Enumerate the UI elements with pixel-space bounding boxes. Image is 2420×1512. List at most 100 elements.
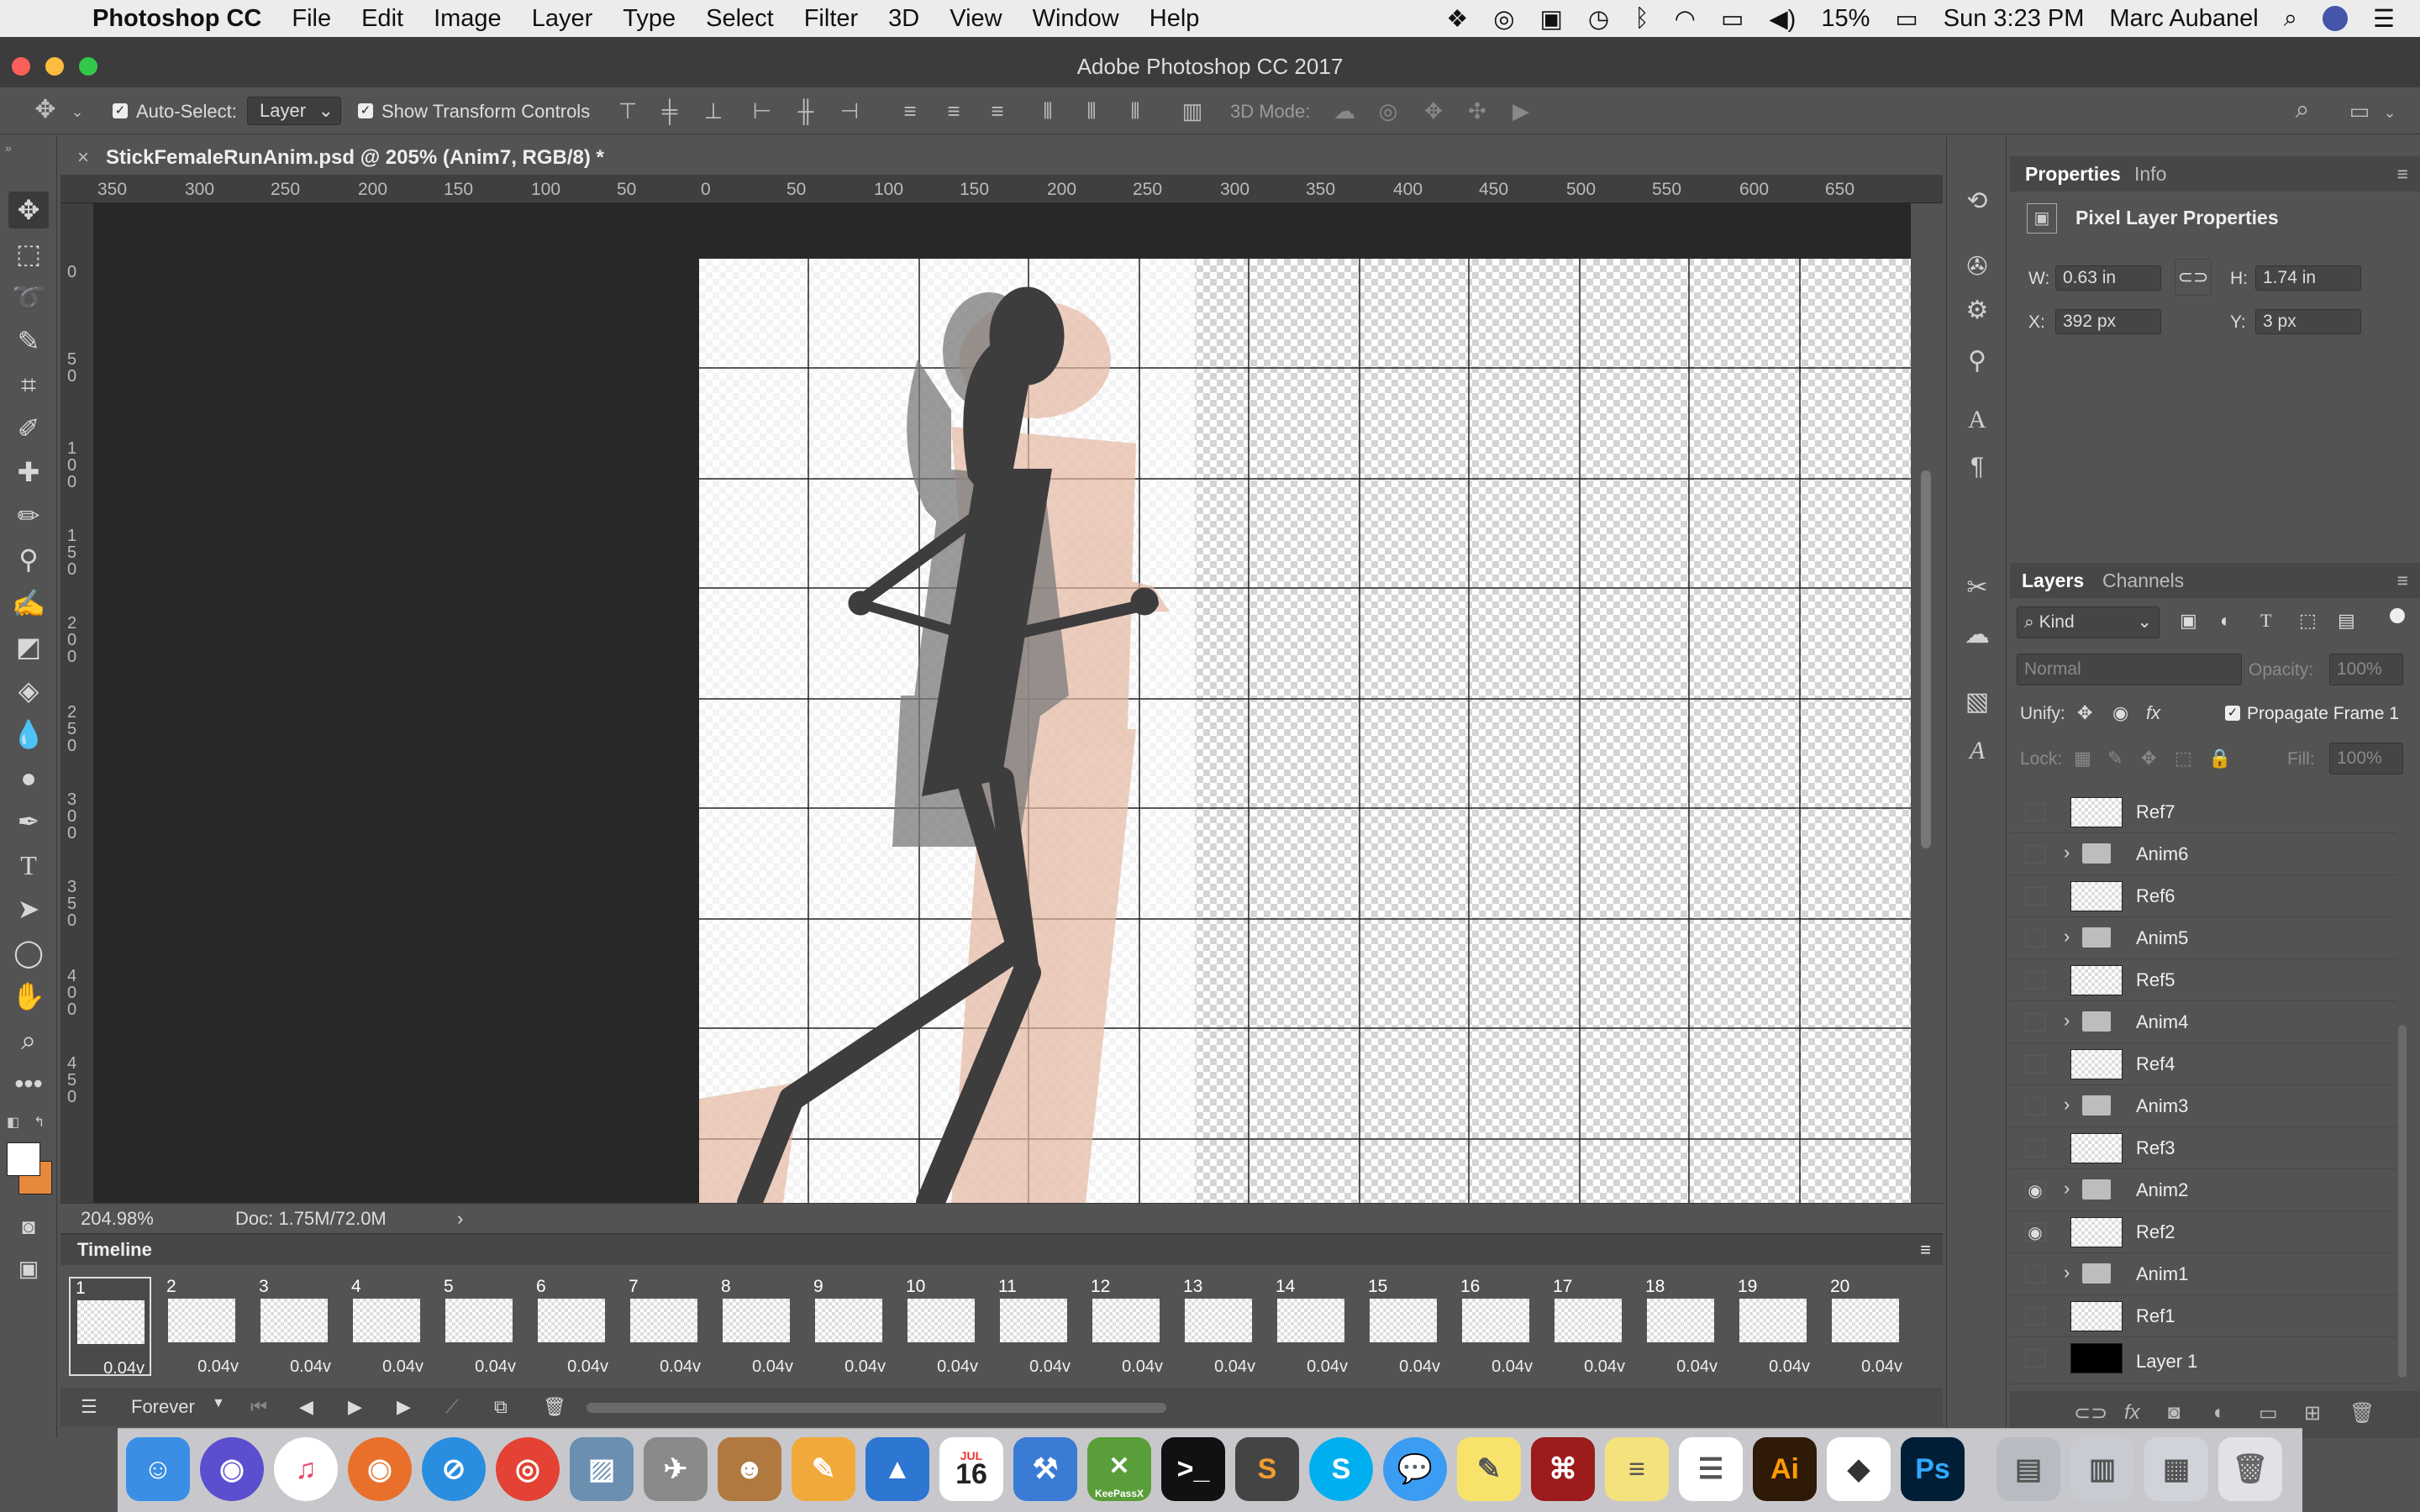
menu-type[interactable]: Type xyxy=(623,5,676,33)
timeline-frame[interactable]: 9 0.04v xyxy=(808,1277,891,1376)
layer-name[interactable]: Ref7 xyxy=(2136,801,2175,823)
timeline-frame[interactable]: 17 0.04v xyxy=(1548,1277,1630,1376)
move-tool-icon[interactable]: ✥ xyxy=(8,192,49,228)
loop-chevron-icon[interactable]: ▼ xyxy=(212,1396,225,1411)
illustrator-icon[interactable]: Ai xyxy=(1753,1437,1817,1501)
keynote-icon[interactable]: ▲ xyxy=(865,1437,929,1501)
trash-icon[interactable]: 🗑 xyxy=(2349,1401,2375,1425)
search-icon[interactable]: ⌕ xyxy=(2289,97,2316,123)
photoshop-icon[interactable]: Ps xyxy=(1901,1437,1965,1501)
image-capture-icon[interactable]: ✈ xyxy=(644,1437,708,1501)
layer-name[interactable]: Ref1 xyxy=(2136,1305,2175,1327)
minimize-window-button[interactable] xyxy=(45,57,64,76)
menu-image[interactable]: Image xyxy=(434,5,502,33)
visibility-toggle[interactable] xyxy=(2025,929,2045,948)
menu-edit[interactable]: Edit xyxy=(361,5,403,33)
next-frame-icon[interactable]: ▶ xyxy=(397,1396,411,1418)
collapse-tools-icon[interactable]: » xyxy=(5,139,45,156)
layer-name[interactable]: Ref2 xyxy=(2136,1221,2175,1243)
history-brush-tool-icon[interactable]: ✍ xyxy=(8,585,49,622)
layer-name[interactable]: Anim4 xyxy=(2136,1011,2188,1033)
path-selection-tool-icon[interactable]: ➤ xyxy=(8,890,49,927)
calendar-icon[interactable]: JUL 16 xyxy=(939,1437,1003,1501)
chrome-icon[interactable]: ◎ xyxy=(496,1437,560,1501)
group-row[interactable]: › Anim3 xyxy=(2010,1085,2396,1127)
3d-roll-icon[interactable]: ◎ xyxy=(1375,100,1402,122)
timeline-frame[interactable]: 15 0.04v xyxy=(1363,1277,1445,1376)
creative-cloud-icon[interactable]: ◎ xyxy=(1493,4,1514,34)
clone-stamp-tool-icon[interactable]: ⚲ xyxy=(8,541,49,578)
delete-frame-icon[interactable]: 🗑 xyxy=(543,1396,566,1418)
dropbox-icon[interactable]: ❖ xyxy=(1446,4,1468,34)
layer-row[interactable]: Ref1 xyxy=(2010,1295,2396,1337)
distribute-bottom-icon[interactable]: ≡ xyxy=(985,100,1010,122)
stickies-icon[interactable]: ✎ xyxy=(1457,1437,1521,1501)
menu-3d[interactable]: 3D xyxy=(888,5,919,33)
layer-name[interactable]: Anim6 xyxy=(2136,843,2188,865)
layer-name[interactable]: Anim5 xyxy=(2136,927,2188,949)
screen-mode-icon[interactable]: ▣ xyxy=(8,1250,49,1287)
filter-smart-object-icon[interactable]: ▤ xyxy=(2338,610,2355,632)
history-icon[interactable]: ⟲ xyxy=(1959,183,1996,220)
visibility-toggle[interactable] xyxy=(2025,803,2045,822)
filter-shape-icon[interactable]: ⬚ xyxy=(2299,610,2317,632)
zoom-level[interactable]: 204.98% xyxy=(81,1204,154,1234)
filter-pixel-icon[interactable]: ▣ xyxy=(2180,610,2197,632)
vertical-scrollbar[interactable] xyxy=(1921,470,1931,848)
status-menu-arrow-icon[interactable]: › xyxy=(457,1204,463,1234)
libraries-icon[interactable]: ☁ xyxy=(1959,617,1996,654)
timeline-frame[interactable]: 4 0.04v xyxy=(346,1277,429,1376)
messages-icon[interactable]: 💬 xyxy=(1383,1437,1447,1501)
trash-icon[interactable]: 🗑 xyxy=(2218,1437,2282,1501)
timeline-frame[interactable]: 20 0.04v xyxy=(1825,1277,1907,1376)
frame-delay[interactable]: 0.04v xyxy=(382,1357,424,1377)
lock-transparency-icon[interactable]: ▦ xyxy=(2074,748,2091,769)
workspace-icon[interactable]: ▭ xyxy=(2346,100,2373,122)
distribute-left-icon[interactable]: ⫴ xyxy=(1035,100,1060,122)
distribute-vcenter-icon[interactable]: ≡ xyxy=(941,100,966,122)
tab-properties[interactable]: Properties xyxy=(2025,156,2121,192)
timeline-frame[interactable]: 8 0.04v xyxy=(716,1277,798,1376)
pen-tool-icon[interactable]: ✒ xyxy=(8,803,49,840)
notes-icon[interactable]: ≡ xyxy=(1605,1437,1669,1501)
align-left-icon[interactable]: ⊢ xyxy=(750,100,775,122)
visibility-toggle[interactable] xyxy=(2025,971,2045,990)
spotlight-icon[interactable]: ⌕ xyxy=(2284,5,2297,33)
frame-delay[interactable]: 0.04v xyxy=(1307,1357,1348,1377)
frame-delay[interactable]: 0.04v xyxy=(1861,1357,1902,1377)
clock[interactable]: Sun 3:23 PM xyxy=(1944,5,2085,33)
tool-preset-chevron-icon[interactable]: ⌄ xyxy=(69,101,86,123)
expand-group-icon[interactable]: › xyxy=(2064,1178,2070,1200)
eye-icon[interactable]: ◉ xyxy=(2025,1181,2045,1200)
align-bottom-icon[interactable]: ⊥ xyxy=(701,100,726,122)
filter-type-icon[interactable]: T xyxy=(2260,610,2271,632)
reminders-icon[interactable]: ☰ xyxy=(1679,1437,1743,1501)
timeline-frame[interactable]: 14 0.04v xyxy=(1270,1277,1353,1376)
align-vcenter-icon[interactable]: ╪ xyxy=(657,100,682,122)
timeline-frame[interactable]: 2 0.04v xyxy=(161,1277,244,1376)
notification-center-icon[interactable]: ☰ xyxy=(2373,4,2395,34)
skype-icon[interactable]: S xyxy=(1309,1437,1373,1501)
character-icon[interactable]: A xyxy=(1959,402,1996,438)
y-position-field[interactable]: 3 px xyxy=(2255,309,2361,334)
lock-position-icon[interactable]: ✥ xyxy=(2141,748,2156,769)
group-row[interactable]: › Anim5 xyxy=(2010,917,2396,959)
time-machine-icon[interactable]: ◷ xyxy=(1588,4,1609,34)
pages-icon[interactable]: ✎ xyxy=(792,1437,855,1501)
eye-icon[interactable]: ◉ xyxy=(2025,1223,2045,1242)
menu-help[interactable]: Help xyxy=(1150,5,1200,33)
swap-colors-icon[interactable]: ↰ xyxy=(34,1114,50,1131)
battery-icon[interactable]: ▭ xyxy=(1895,4,1918,34)
distribute-top-icon[interactable]: ≡ xyxy=(897,100,923,122)
layer-row[interactable]: Ref6 xyxy=(2010,875,2396,917)
xcode-icon[interactable]: ⚒ xyxy=(1013,1437,1077,1501)
fill-field[interactable]: 100% xyxy=(2329,743,2403,774)
frame-delay[interactable]: 0.04v xyxy=(567,1357,608,1377)
link-icon[interactable]: ⊂⊃ xyxy=(2175,259,2212,296)
width-field[interactable]: 0.63 in xyxy=(2055,265,2161,291)
visibility-toggle[interactable] xyxy=(2025,887,2045,906)
loop-dropdown[interactable]: Forever xyxy=(131,1396,195,1418)
visibility-toggle[interactable] xyxy=(2025,1349,2045,1368)
siri-icon[interactable]: ◉ xyxy=(200,1437,264,1501)
crop-tool-icon[interactable]: ⌗ xyxy=(8,366,49,403)
